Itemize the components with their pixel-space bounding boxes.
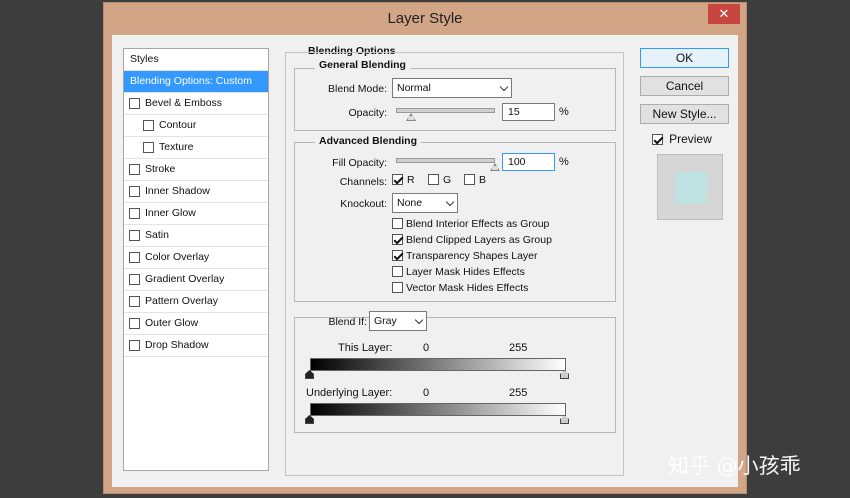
- sidebar-item[interactable]: Outer Glow: [124, 313, 268, 335]
- sidebar-item[interactable]: Bevel & Emboss: [124, 93, 268, 115]
- sidebar-item-checkbox[interactable]: [129, 164, 140, 175]
- preview-checkbox[interactable]: [652, 134, 663, 145]
- new-style-button[interactable]: New Style...: [640, 104, 729, 124]
- sidebar-item[interactable]: Pattern Overlay: [124, 291, 268, 313]
- sidebar-item-label: Texture: [159, 141, 194, 153]
- sidebar-item-checkbox[interactable]: [129, 274, 140, 285]
- watermark-text: 知乎 @小孩乖: [668, 454, 801, 478]
- sidebar-item[interactable]: Drop Shadow: [124, 335, 268, 357]
- blending-options-frame: [285, 52, 624, 476]
- sidebar-item-label: Drop Shadow: [145, 339, 209, 351]
- preview-checkbox-row[interactable]: Preview: [652, 132, 712, 146]
- sidebar-item-label: Contour: [159, 119, 197, 131]
- sidebar-item[interactable]: Blending Options: Custom: [124, 71, 268, 93]
- preview-box: [657, 154, 723, 220]
- sidebar-item[interactable]: Satin: [124, 225, 268, 247]
- sidebar-item[interactable]: Color Overlay: [124, 247, 268, 269]
- sidebar-item-label: Outer Glow: [145, 317, 199, 329]
- ok-button[interactable]: OK: [640, 48, 729, 68]
- sidebar-item-checkbox[interactable]: [129, 230, 140, 241]
- dialog-body: Styles Blending Options: Custom Bevel & E…: [112, 35, 738, 487]
- sidebar-item[interactable]: Contour: [124, 115, 268, 137]
- layer-style-dialog: Layer Style ✕ Styles Blending Options: C…: [103, 2, 747, 494]
- sidebar-item-label: Satin: [145, 229, 169, 241]
- preview-swatch: [675, 172, 707, 204]
- sidebar-item-label: Inner Glow: [145, 207, 196, 219]
- sidebar-item-label: Pattern Overlay: [145, 295, 218, 307]
- sidebar-item-label: Inner Shadow: [145, 185, 210, 197]
- sidebar-item-checkbox[interactable]: [129, 208, 140, 219]
- sidebar-item-label: Bevel & Emboss: [145, 97, 223, 109]
- dialog-title: Layer Style: [387, 10, 463, 27]
- sidebar-item-checkbox[interactable]: [129, 252, 140, 263]
- styles-list: Styles Blending Options: Custom Bevel & E…: [123, 48, 269, 471]
- sidebar-item[interactable]: Inner Glow: [124, 203, 268, 225]
- sidebar-item-checkbox[interactable]: [129, 296, 140, 307]
- sidebar-item-label: Stroke: [145, 163, 176, 175]
- sidebar-item[interactable]: Texture: [124, 137, 268, 159]
- sidebar-item-label: Gradient Overlay: [145, 273, 225, 285]
- close-button[interactable]: ✕: [708, 4, 740, 24]
- sidebar-item-checkbox[interactable]: [129, 98, 140, 109]
- sidebar-item[interactable]: Stroke: [124, 159, 268, 181]
- sidebar-item-label: Blending Options: Custom: [130, 75, 252, 87]
- sidebar-item-checkbox[interactable]: [143, 120, 154, 131]
- sidebar-item-label: Color Overlay: [145, 251, 210, 263]
- sidebar-item-checkbox[interactable]: [129, 186, 140, 197]
- preview-label: Preview: [669, 132, 712, 146]
- sidebar-item[interactable]: Inner Shadow: [124, 181, 268, 203]
- styles-header[interactable]: Styles: [124, 49, 268, 71]
- cancel-button[interactable]: Cancel: [640, 76, 729, 96]
- sidebar-item-checkbox[interactable]: [129, 340, 140, 351]
- sidebar-item-checkbox[interactable]: [129, 318, 140, 329]
- sidebar-item-checkbox[interactable]: [143, 142, 154, 153]
- sidebar-item[interactable]: Gradient Overlay: [124, 269, 268, 291]
